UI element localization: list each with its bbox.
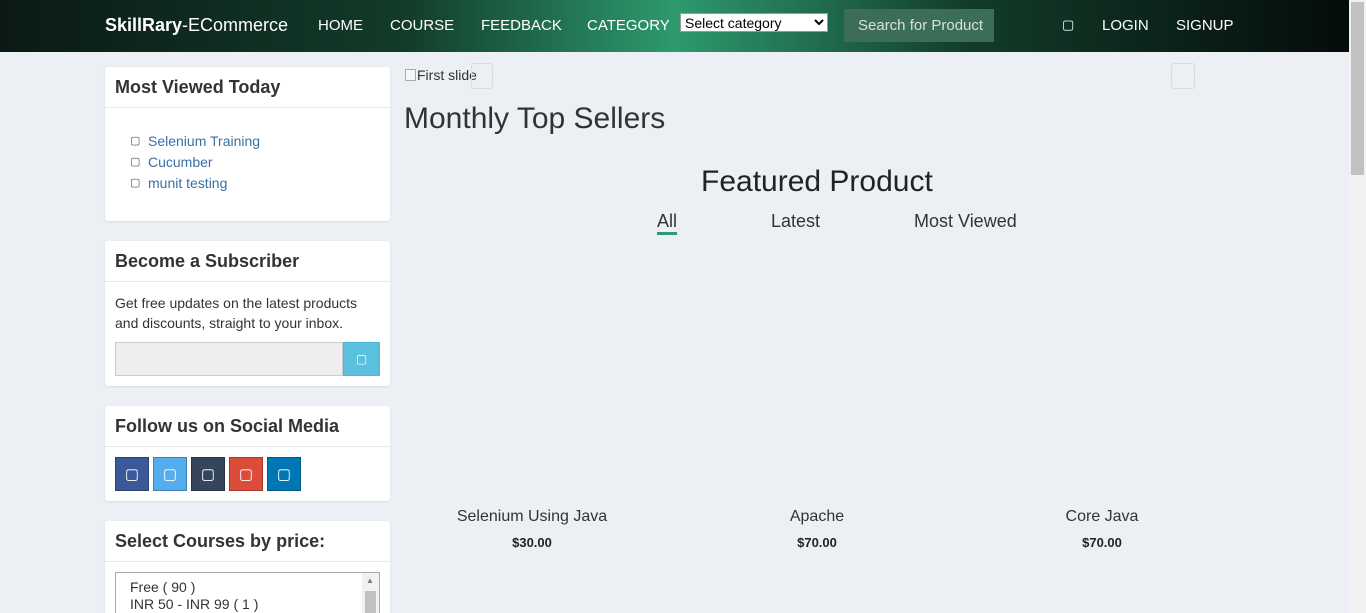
most-viewed-link[interactable]: Cucumber <box>148 154 213 170</box>
tab-latest[interactable]: Latest <box>771 211 820 232</box>
most-viewed-link[interactable]: Selenium Training <box>148 133 260 149</box>
top-navbar: SkillRary-ECommerce HOME COURSE FEEDBACK… <box>0 0 1349 52</box>
list-item: ▢ munit testing <box>130 172 390 193</box>
carousel-prev-button[interactable] <box>471 63 493 89</box>
arrow-icon: ▢ <box>130 177 141 189</box>
tab-most-viewed[interactable]: Most Viewed <box>914 211 1017 232</box>
active-tab-indicator <box>657 232 677 235</box>
product-price: $70.00 <box>797 535 837 550</box>
carousel-alt-text: First slide <box>417 67 477 83</box>
tab-all[interactable]: All <box>657 211 677 232</box>
subscribe-button[interactable]: ▢ <box>343 342 380 376</box>
featured-heading: Featured Product <box>701 165 933 198</box>
send-icon: ▢ <box>355 352 368 366</box>
price-panel: Select Courses by price: Free ( 90 ) INR… <box>105 521 390 613</box>
subscriber-text: Get free updates on the latest products … <box>115 295 358 331</box>
listbox-scroll-thumb[interactable] <box>365 591 376 613</box>
product-name[interactable]: Apache <box>717 508 917 526</box>
scroll-up-icon[interactable]: ▲ <box>366 576 374 585</box>
page-scrollbar[interactable] <box>1349 0 1366 613</box>
top-sellers-heading: Monthly Top Sellers <box>404 102 666 135</box>
product-name[interactable]: Selenium Using Java <box>432 508 632 526</box>
product-price: $70.00 <box>1082 535 1122 550</box>
twitter-icon[interactable]: ▢ <box>153 457 187 491</box>
carousel-image: First slide <box>405 67 477 83</box>
listbox-scrollbar[interactable]: ▲ <box>362 573 379 613</box>
carousel-next-button[interactable] <box>1171 63 1195 89</box>
price-option[interactable]: INR 50 - INR 99 ( 1 ) <box>116 596 379 613</box>
list-item: ▢ Cucumber <box>130 151 390 172</box>
most-viewed-list: ▢ Selenium Training ▢ Cucumber ▢ munit test… <box>105 108 390 193</box>
product-name[interactable]: Core Java <box>1002 508 1202 526</box>
social-buttons: ▢ ▢ ▢ ▢ ▢ <box>115 457 301 491</box>
price-option[interactable]: Free ( 90 ) <box>116 579 379 596</box>
price-title: Select Courses by price: <box>105 521 390 562</box>
most-viewed-title: Most Viewed Today <box>105 67 390 108</box>
google-plus-icon[interactable]: ▢ <box>229 457 263 491</box>
arrow-icon: ▢ <box>130 156 141 168</box>
category-select[interactable]: Select category <box>680 13 828 32</box>
tumblr-icon[interactable]: ▢ <box>191 457 225 491</box>
subscribe-email-field[interactable] <box>115 342 343 376</box>
nav-category[interactable]: CATEGORY <box>587 17 670 34</box>
most-viewed-panel: Most Viewed Today ▢ Selenium Training ▢ Cu… <box>105 67 390 221</box>
arrow-icon: ▢ <box>130 135 141 147</box>
social-title: Follow us on Social Media <box>105 406 390 447</box>
list-item: ▢ Selenium Training <box>130 130 390 151</box>
brand-logo[interactable]: SkillRary-ECommerce <box>105 15 288 36</box>
product-price: $30.00 <box>512 535 552 550</box>
broken-image-icon <box>405 69 416 81</box>
nav-feedback[interactable]: FEEDBACK <box>481 17 562 34</box>
cart-icon[interactable]: ▢ <box>1062 17 1074 33</box>
nav-home[interactable]: HOME <box>318 17 363 34</box>
linkedin-icon[interactable]: ▢ <box>267 457 301 491</box>
social-panel: Follow us on Social Media ▢ ▢ ▢ ▢ ▢ <box>105 406 390 501</box>
scrollbar-thumb[interactable] <box>1351 2 1364 175</box>
subscriber-title: Become a Subscriber <box>105 241 390 282</box>
most-viewed-link[interactable]: munit testing <box>148 175 227 191</box>
subscriber-panel: Become a Subscriber Get free updates on … <box>105 241 390 386</box>
subscribe-form: ▢ <box>115 342 380 376</box>
search-input[interactable] <box>844 9 994 42</box>
facebook-icon[interactable]: ▢ <box>115 457 149 491</box>
nav-login[interactable]: LOGIN <box>1102 17 1149 34</box>
nav-signup[interactable]: SIGNUP <box>1176 17 1234 34</box>
price-listbox[interactable]: Free ( 90 ) INR 50 - INR 99 ( 1 ) ▲ <box>115 572 380 613</box>
nav-course[interactable]: COURSE <box>390 17 454 34</box>
